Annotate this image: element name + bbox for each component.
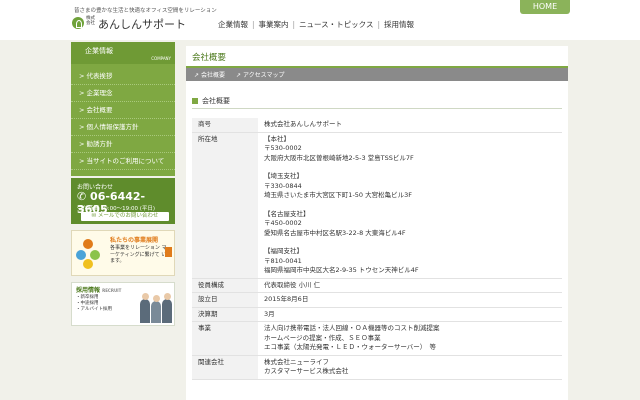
row-label: 決算期 <box>192 307 258 322</box>
row-value: 株式会社あんしんサポート <box>258 118 562 133</box>
row-value: 2015年8月6日 <box>258 292 562 308</box>
row-label: 役員構成 <box>192 278 258 293</box>
table-row: 事業 法人向け携帯電話・法人回線・ＯＡ機器等のコスト削減提案 ホームページの提案… <box>192 321 562 356</box>
company-info-table: 商号 株式会社あんしんサポート 所在地 【本社】 〒530-0002 大阪府大阪… <box>192 118 562 380</box>
row-label: 商号 <box>192 118 258 133</box>
home-button[interactable]: HOME <box>520 0 570 14</box>
row-label: 関連会社 <box>192 355 258 380</box>
logo-mark-icon <box>72 17 84 29</box>
subnav-access-map[interactable]: ↗ アクセスマップ <box>236 70 284 79</box>
recruit-banner-title: 採用情報 RECRUIT <box>76 287 122 294</box>
logo-prefix: 株式会社 <box>86 16 95 26</box>
tagline: 皆さまの豊かな生活と快適なオフィス空間をリレーション <box>74 8 217 14</box>
business-banner-title: 私たちの事業展開 <box>110 237 159 244</box>
sidebar-item-terms[interactable]: > 当サイトのご利用について <box>71 153 175 170</box>
square-bullet-icon <box>192 98 198 104</box>
mail-contact-button[interactable]: ✉ メールでのお問い合わせ <box>81 212 169 221</box>
nav-company[interactable]: 企業情報 <box>218 20 248 29</box>
row-label: 事業 <box>192 321 258 356</box>
logo[interactable]: 株式会社 あんしんサポート <box>72 16 202 32</box>
mail-icon: ✉ <box>91 213 97 219</box>
sidebar-item-philosophy[interactable]: > 企業理念 <box>71 85 175 102</box>
row-label: 所在地 <box>192 132 258 279</box>
sidebar-menu: > 代表挨拶 > 企業理念 > 会社概要 > 個人情報保護方針 > 勧誘方針 >… <box>71 64 175 176</box>
table-row: 商号 株式会社あんしんサポート <box>192 118 562 133</box>
sidebar-header: 企業情報 COMPANY <box>71 42 175 64</box>
business-banner-text: 各事業をリレーション マーケティングに繋げて います。 <box>110 245 167 264</box>
table-row: 関連会社 株式会社ニューライフ カスタマーサービス株式会社 <box>192 355 562 380</box>
sidebar-item-privacy[interactable]: > 個人情報保護方針 <box>71 119 175 136</box>
sidebar-item-overview[interactable]: > 会社概要 <box>71 102 175 119</box>
row-value: 3月 <box>258 307 562 322</box>
sidebar-subtitle: COMPANY <box>151 56 171 61</box>
table-row: 決算期 3月 <box>192 307 562 322</box>
sidebar-title: 企業情報 <box>85 47 113 55</box>
row-label: 設立日 <box>192 292 258 308</box>
staff-photo <box>136 289 172 323</box>
contact-box: お問い合わせ ✆ 06-6442-3605 受付時間 10:00〜19:00 (… <box>71 178 175 224</box>
sidebar: 企業情報 COMPANY > 代表挨拶 > 企業理念 > 会社概要 > 個人情報… <box>71 42 175 326</box>
table-row: 役員構成 代表取締役 小川 仁 <box>192 278 562 293</box>
chevron-right-icon <box>165 247 172 257</box>
logo-name: あんしんサポート <box>98 18 186 31</box>
recruit-banner[interactable]: 採用情報 RECRUIT ・新卒採用 ・中途採用 ・アルバイト採用 <box>71 282 175 326</box>
business-banner[interactable]: 私たちの事業展開 各事業をリレーション マーケティングに繋げて います。 <box>71 230 175 276</box>
business-diagram-icon <box>76 239 100 269</box>
main-content: 会社概要 ↗ 会社概要 ↗ アクセスマップ 会社概要 商号 株式会社あんしんサポ… <box>186 46 568 400</box>
row-value: 【本社】 〒530-0002 大阪府大阪市北区曽根崎新地2-5-3 堂島TSSビ… <box>258 132 562 279</box>
page-title: 会社概要 <box>192 53 227 63</box>
table-row: 設立日 2015年8月6日 <box>192 292 562 308</box>
nav-news[interactable]: ニュース・トピックス <box>299 20 373 29</box>
row-value: 代表取締役 小川 仁 <box>258 278 562 293</box>
recruit-banner-list: ・新卒採用 ・中途採用 ・アルバイト採用 <box>76 295 112 312</box>
nav-recruit[interactable]: 採用情報 <box>384 20 414 29</box>
nav-business[interactable]: 事業案内 <box>259 20 289 29</box>
section-heading: 会社概要 <box>192 96 230 106</box>
row-value: 株式会社ニューライフ カスタマーサービス株式会社 <box>258 355 562 380</box>
sidebar-item-solicitation[interactable]: > 勧誘方針 <box>71 136 175 153</box>
sub-nav: ↗ 会社概要 ↗ アクセスマップ <box>186 68 568 81</box>
subnav-overview[interactable]: ↗ 会社概要 <box>194 70 225 79</box>
business-hours: 受付時間 10:00〜19:00 (平日) <box>77 206 155 212</box>
sidebar-item-greeting[interactable]: > 代表挨拶 <box>71 68 175 85</box>
page-title-bar: 会社概要 <box>186 46 568 68</box>
row-value: 法人向け携帯電話・法人回線・ＯＡ機器等のコスト削減提案 ホームページの提案・作成… <box>258 321 562 356</box>
global-nav: 企業情報 | 事業案内 | ニュース・トピックス | 採用情報 <box>218 20 414 29</box>
section-divider <box>192 108 562 109</box>
table-row: 所在地 【本社】 〒530-0002 大阪府大阪市北区曽根崎新地2-5-3 堂島… <box>192 132 562 279</box>
